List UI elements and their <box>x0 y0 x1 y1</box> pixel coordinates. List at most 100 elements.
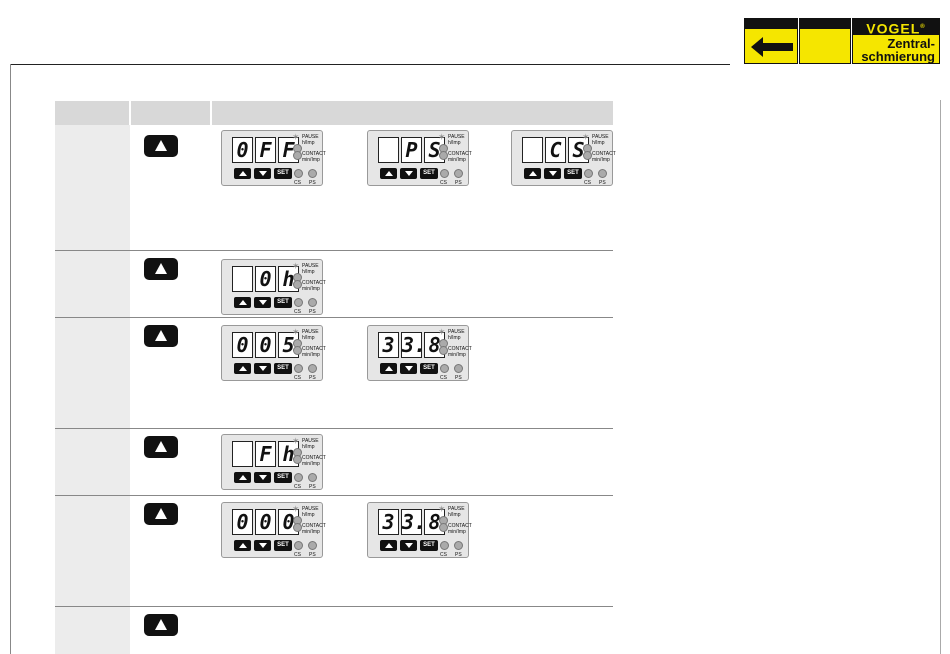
up-arrow-icon <box>144 503 178 525</box>
vogel-logo: VOGEL® Zentral- schmierung <box>852 18 940 64</box>
contact-unit: min/Imp <box>302 286 320 292</box>
down-key[interactable] <box>400 168 417 179</box>
ps-led <box>308 541 317 550</box>
down-key[interactable] <box>254 363 271 374</box>
contact-led <box>583 151 592 160</box>
ps-led <box>454 169 463 178</box>
contact-unit: min/Imp <box>448 529 466 535</box>
up-key[interactable] <box>234 297 251 308</box>
digit <box>232 441 253 467</box>
row-divider <box>55 606 613 607</box>
up-key[interactable] <box>234 472 251 483</box>
set-key[interactable]: SET <box>420 363 438 374</box>
up-key[interactable] <box>234 540 251 551</box>
cs-label: CS <box>294 552 301 558</box>
back-button[interactable] <box>744 18 798 64</box>
digit: 0 <box>255 509 276 535</box>
right-margin-rule <box>940 100 941 654</box>
contact-unit: min/Imp <box>592 157 610 163</box>
digit: C <box>545 137 566 163</box>
logo-spacer <box>799 18 851 64</box>
digit: 0 <box>232 509 253 535</box>
led-flash-icon: ✶ <box>582 132 590 142</box>
set-key[interactable]: SET <box>274 168 292 179</box>
set-key[interactable]: SET <box>420 540 438 551</box>
cs-label: CS <box>440 375 447 381</box>
ps-led <box>598 169 607 178</box>
digit: F <box>255 137 276 163</box>
controller-display: 3 3. 8 ✶ PAUSE h/Imp CONTACT min/Imp SET CS PS <box>367 325 472 381</box>
ps-label: PS <box>599 180 606 186</box>
pause-unit: h/Imp <box>448 335 461 341</box>
cs-label: CS <box>294 309 301 315</box>
pause-unit: h/Imp <box>302 140 315 146</box>
cs-label: CS <box>294 484 301 490</box>
led-flash-icon: ✶ <box>438 504 446 514</box>
up-key[interactable] <box>234 168 251 179</box>
up-key[interactable] <box>234 363 251 374</box>
digit: F <box>255 441 276 467</box>
digit: 0 <box>232 332 253 358</box>
ps-led <box>308 364 317 373</box>
digit: 0 <box>232 137 253 163</box>
set-key[interactable]: SET <box>274 297 292 308</box>
ps-led <box>308 298 317 307</box>
ps-led <box>454 541 463 550</box>
ps-label: PS <box>309 309 316 315</box>
controller-display: 0 0 5 ✶ PAUSE h/Imp CONTACT min/Imp SET CS PS <box>221 325 326 381</box>
contact-led <box>293 280 302 289</box>
digit: 0 <box>255 332 276 358</box>
contact-unit: min/Imp <box>302 461 320 467</box>
up-key[interactable] <box>524 168 541 179</box>
pause-unit: h/Imp <box>302 335 315 341</box>
up-arrow-icon <box>144 135 178 157</box>
set-key[interactable]: SET <box>564 168 582 179</box>
contact-unit: min/Imp <box>302 352 320 358</box>
contact-unit: min/Imp <box>448 157 466 163</box>
down-key[interactable] <box>254 540 271 551</box>
pause-unit: h/Imp <box>448 512 461 518</box>
table-header <box>55 101 613 125</box>
ps-label: PS <box>309 375 316 381</box>
pause-unit: h/Imp <box>448 140 461 146</box>
down-key[interactable] <box>400 363 417 374</box>
ps-label: PS <box>455 375 462 381</box>
down-key[interactable] <box>254 168 271 179</box>
digit: 3 <box>378 509 399 535</box>
digit-display: 005 <box>232 332 299 358</box>
ps-label: PS <box>309 484 316 490</box>
down-key[interactable] <box>254 472 271 483</box>
down-key[interactable] <box>254 297 271 308</box>
row-divider <box>55 250 613 251</box>
set-key[interactable]: SET <box>274 363 292 374</box>
up-key[interactable] <box>380 168 397 179</box>
set-key[interactable]: SET <box>274 540 292 551</box>
contact-led <box>293 455 302 464</box>
logo-brand: VOGEL® <box>853 19 939 37</box>
ps-led <box>454 364 463 373</box>
digit-display: Fh <box>232 441 299 467</box>
controller-display: 0 F F ✶ PAUSE h/Imp CONTACT min/Imp SET CS PS <box>221 130 326 186</box>
row-divider <box>55 317 613 318</box>
down-key[interactable] <box>544 168 561 179</box>
digit <box>378 137 399 163</box>
ps-led <box>308 473 317 482</box>
up-key[interactable] <box>380 540 397 551</box>
digit-display: 0FF <box>232 137 299 163</box>
table-header-sep <box>129 101 131 125</box>
contact-unit: min/Imp <box>448 352 466 358</box>
cs-led <box>294 541 303 550</box>
set-key[interactable]: SET <box>420 168 438 179</box>
up-key[interactable] <box>380 363 397 374</box>
ps-label: PS <box>309 552 316 558</box>
down-key[interactable] <box>400 540 417 551</box>
set-key[interactable]: SET <box>274 472 292 483</box>
controller-display: Fh ✶ PAUSE h/Imp CONTACT min/Imp SET CS PS <box>221 434 326 490</box>
digit: P <box>401 137 422 163</box>
contact-led <box>439 151 448 160</box>
digit-display: 0h <box>232 266 299 292</box>
controller-display: P S ✶ PAUSE h/Imp CONTACT min/Imp SET CS PS <box>367 130 472 186</box>
left-margin-rule <box>10 64 11 654</box>
contact-led <box>293 523 302 532</box>
controller-display: 3 3. 8 ✶ PAUSE h/Imp CONTACT min/Imp SET CS PS <box>367 502 472 558</box>
